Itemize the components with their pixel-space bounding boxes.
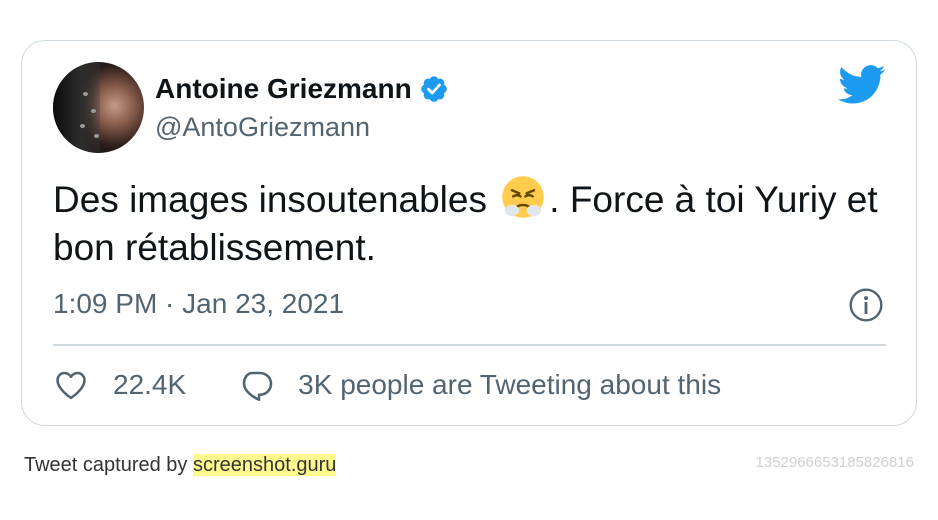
capture-caption: Tweet captured by screenshot.guru bbox=[24, 452, 337, 478]
avatar[interactable] bbox=[53, 62, 144, 153]
verified-badge-icon bbox=[420, 76, 447, 102]
people-tweeting-link[interactable]: 3K people are Tweeting about this bbox=[298, 367, 721, 403]
tweet-timestamp[interactable]: 1:09 PM · Jan 23, 2021 bbox=[53, 286, 344, 322]
screenshot-guru-link[interactable]: screenshot.guru bbox=[192, 454, 337, 476]
avatar-fleck bbox=[91, 109, 96, 113]
tweet-id: 1352966653185826816 bbox=[755, 454, 914, 471]
avatar-fleck bbox=[80, 124, 85, 128]
like-count[interactable]: 22.4K bbox=[113, 367, 186, 403]
tweet-card[interactable]: Antoine Griezmann @AntoGriezmann Des ima… bbox=[21, 40, 917, 426]
avatar-shadow bbox=[53, 62, 101, 153]
tweet-text: Des images insoutenables . Force à toi Y… bbox=[53, 175, 883, 272]
avatar-fleck bbox=[94, 134, 99, 138]
avatar-fleck bbox=[83, 92, 88, 96]
engagement-bar: 22.4K 3K people are Tweeting about this bbox=[53, 367, 721, 403]
face-with-steam-from-nose-icon bbox=[502, 176, 545, 218]
speech-bubble-icon[interactable] bbox=[238, 367, 274, 403]
author-handle[interactable]: @AntoGriezmann bbox=[155, 110, 370, 144]
twitter-bird-icon[interactable] bbox=[838, 65, 886, 105]
tweet-text-start: Des images insoutenables bbox=[53, 179, 487, 220]
author-row: Antoine Griezmann bbox=[155, 72, 449, 106]
info-icon[interactable] bbox=[848, 287, 884, 323]
divider bbox=[53, 344, 886, 346]
heart-icon[interactable] bbox=[53, 367, 89, 403]
author-name[interactable]: Antoine Griezmann bbox=[155, 72, 412, 106]
caption-prefix: Tweet captured by bbox=[24, 454, 193, 476]
